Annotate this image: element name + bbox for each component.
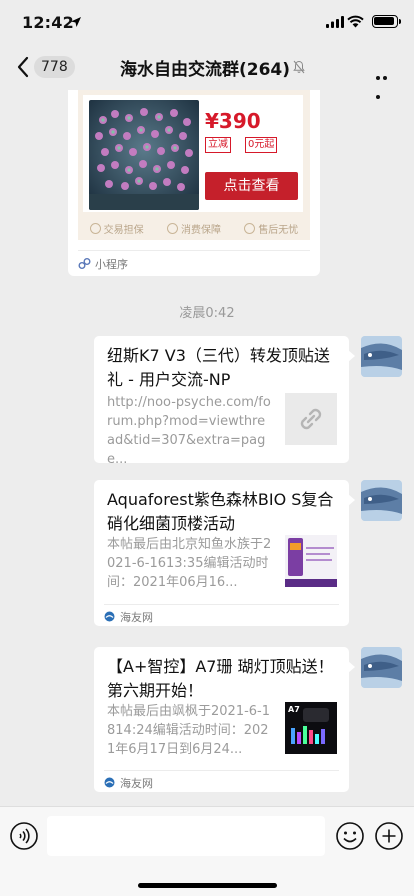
guarantee-item: 交易担保 [89,221,144,236]
guarantee-item: 消费保障 [166,221,221,236]
chat-area: ¥390 立减 0元起 点击查看 交易担保 消费保障 售后无忧 小程序 凌晨0:… [0,90,414,806]
shield-icon [166,222,178,234]
source-logo-icon [104,611,115,622]
link-message-card[interactable]: 【A+智控】A7珊 瑚灯顶贴送！第六期开始！ 本帖最后由飒枫于2021-6-18… [94,647,355,792]
link-title: 纽斯K7 V3（三代）转发顶贴送礼 - 用户交流-NP [107,346,330,389]
emoji-icon[interactable] [335,821,365,851]
mini-program-icon [78,258,91,269]
view-button[interactable]: 点击查看 [205,172,298,200]
input-bar [0,806,414,896]
unread-count-badge[interactable]: 778 [34,56,75,78]
link-description: 本帖最后由飒枫于2021-6-1814:24编辑活动时间：2021年6月17日到… [107,704,271,757]
link-source: 海友网 [104,770,339,792]
source-label: 海友网 [120,776,153,790]
link-message-card[interactable]: Aquaforest紫色森林BIO S复合硝化细菌顶楼活动 本帖最后由北京知鱼水… [94,480,355,626]
chat-title: 海水自由交流群(264) [120,60,291,80]
link-thumbnail: A7 [285,702,337,754]
zero-start-tag: 0元起 [245,137,278,153]
battery-icon [372,15,401,28]
link-message-card[interactable]: 纽斯K7 V3（三代）转发顶贴送礼 - 用户交流-NP http://noo-p… [94,336,355,467]
product-panel: ¥390 立减 0元起 点击查看 [83,95,303,212]
guarantee-item: 售后无忧 [244,221,298,236]
guarantee-row: 交易担保 消费保障 售后无忧 [78,218,310,238]
nav-bar: 778 海水自由交流群(264) [0,44,414,99]
voice-icon[interactable] [9,821,39,851]
status-time: 12:42 [22,13,74,32]
link-source: 海友网 [104,604,339,626]
mini-program-card[interactable]: ¥390 立减 0元起 点击查看 交易担保 消费保障 售后无忧 小程序 [68,90,320,276]
signal-icon [326,16,344,28]
home-indicator [138,883,277,888]
coral-product-image [89,100,199,210]
guarantee-label: 消费保障 [180,224,221,236]
status-bar: 12:42 [0,0,414,44]
mute-bell-icon [293,60,305,74]
location-arrow-icon [71,17,81,27]
more-icon[interactable] [376,65,396,99]
source-label: 海友网 [120,610,153,624]
plus-icon[interactable] [374,821,404,851]
avatar[interactable] [361,336,402,377]
message-input[interactable] [47,816,325,856]
discount-tag: 立减 [205,137,231,153]
mini-program-footer: 小程序 [78,250,310,272]
back-chevron-icon[interactable] [16,56,30,78]
avatar[interactable] [361,480,402,521]
mini-program-label: 小程序 [95,257,128,271]
link-description: 本帖最后由北京知鱼水族于2021-6-1613:35编辑活动时间：2021年06… [107,537,272,590]
link-icon [285,393,337,445]
guarantee-label: 售后无忧 [258,224,299,236]
avatar[interactable] [361,647,402,688]
house-icon [244,222,256,234]
guarantee-label: 交易担保 [103,224,144,236]
message-timestamp: 凌晨0:42 [179,306,235,321]
link-title: Aquaforest紫色森林BIO S复合硝化细菌顶楼活动 [107,490,334,533]
mini-program-preview: ¥390 立减 0元起 点击查看 交易担保 消费保障 售后无忧 [78,90,310,240]
link-thumbnail [285,535,337,587]
link-title: 【A+智控】A7珊 瑚灯顶贴送！第六期开始！ [107,657,334,700]
link-description: http://noo-psyche.com/forum.php?mod=view… [107,395,271,467]
product-price: ¥390 [205,109,261,133]
shield-icon [89,222,101,234]
source-logo-icon [104,777,115,788]
svg-text:A7: A7 [288,705,300,714]
wifi-icon [347,15,364,28]
